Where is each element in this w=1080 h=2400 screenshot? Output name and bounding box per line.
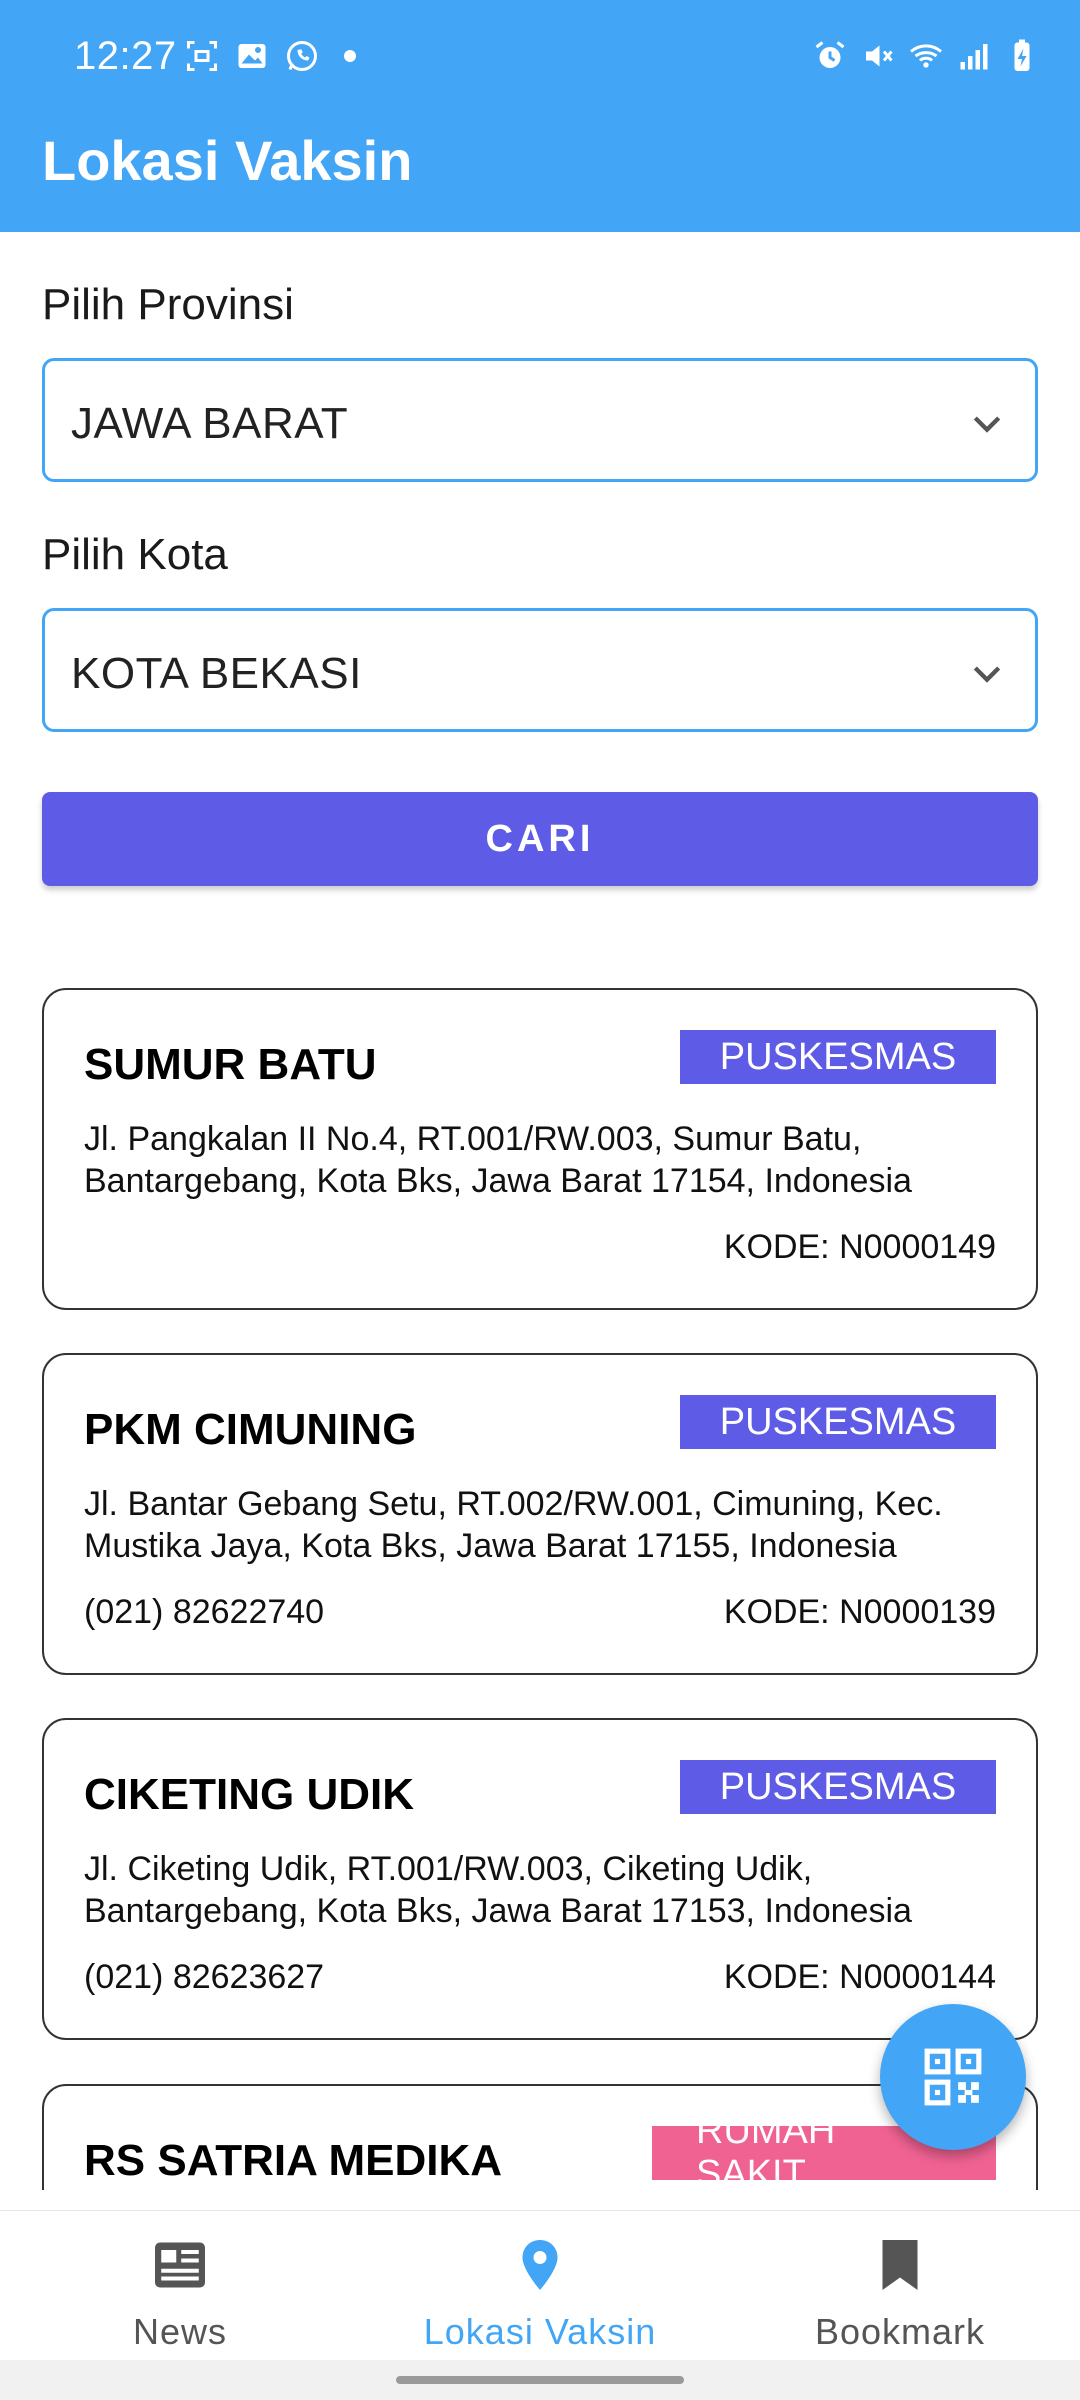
signal-icon xyxy=(960,44,988,70)
wifi-icon xyxy=(910,44,942,68)
screenshot-icon xyxy=(187,41,217,71)
qr-code-icon xyxy=(924,2048,982,2106)
chevron-down-icon xyxy=(973,666,1001,683)
city-dropdown[interactable]: KOTA BEKASI xyxy=(42,608,1038,732)
nav-item-news[interactable]: News xyxy=(0,2211,360,2361)
mute-icon xyxy=(866,45,893,67)
province-label: Pilih Provinsi xyxy=(42,280,294,329)
status-time: 12:27 xyxy=(74,34,177,78)
location-card[interactable]: CIKETING UDIK PUSKESMAS Jl. Ciketing Udi… xyxy=(42,1718,1038,2040)
city-label: Pilih Kota xyxy=(42,530,228,579)
newspaper-icon xyxy=(155,2242,205,2288)
nav-item-lokasi-vaksin[interactable]: Lokasi Vaksin xyxy=(360,2211,720,2361)
gesture-bar xyxy=(0,2360,1080,2400)
bottom-navigation: News Lokasi Vaksin Bookmark xyxy=(0,2210,1080,2360)
location-name: RS SATRIA MEDIKA xyxy=(84,2136,502,2185)
type-badge: PUSKESMAS xyxy=(680,1760,996,1814)
location-address: Jl. Bantar Gebang Setu, RT.002/RW.001, C… xyxy=(84,1485,943,1565)
results-list[interactable]: SUMUR BATU PUSKESMAS Jl. Pangkalan II No… xyxy=(0,960,1080,2190)
system-icons xyxy=(812,38,1040,74)
location-phone: (021) 82623627 xyxy=(84,1958,325,1996)
location-pin-icon xyxy=(522,2240,558,2290)
location-address: Jl. Pangkalan II No.4, RT.001/RW.003, Su… xyxy=(84,1120,912,1200)
location-code: KODE: N0000144 xyxy=(723,1958,996,1996)
location-code: KODE: N0000149 xyxy=(723,1228,996,1266)
chevron-down-icon xyxy=(973,416,1001,433)
province-dropdown[interactable]: JAWA BARAT xyxy=(42,358,1038,482)
home-indicator[interactable] xyxy=(396,2376,684,2384)
location-name: SUMUR BATU xyxy=(84,1040,377,1089)
location-name: PKM CIMUNING xyxy=(84,1405,417,1454)
location-code: KODE: N0000139 xyxy=(723,1593,996,1631)
type-badge: PUSKESMAS xyxy=(680,1395,996,1449)
nav-label: News xyxy=(132,2311,228,2352)
app-header: 12:27 Lokasi Vaksin xyxy=(0,0,1080,232)
type-badge: PUSKESMAS xyxy=(680,1030,996,1084)
nav-item-bookmark[interactable]: Bookmark xyxy=(720,2211,1080,2361)
more-notifications-dot xyxy=(344,50,356,62)
notification-icons xyxy=(184,38,356,74)
search-button[interactable]: CARI xyxy=(42,792,1038,886)
location-phone: (021) 82622740 xyxy=(84,1593,325,1631)
nav-label: Lokasi Vaksin xyxy=(423,2311,657,2352)
location-address: Jl. Ciketing Udik, RT.001/RW.003, Ciketi… xyxy=(84,1850,912,1930)
page-title: Lokasi Vaksin xyxy=(42,129,413,192)
qr-scan-button[interactable] xyxy=(880,2004,1026,2150)
location-name: CIKETING UDIK xyxy=(84,1770,414,1819)
location-card[interactable]: PKM CIMUNING PUSKESMAS Jl. Bantar Gebang… xyxy=(42,1353,1038,1675)
province-selected-value: JAWA BARAT xyxy=(71,399,349,448)
battery-charging-icon xyxy=(1014,39,1030,71)
gallery-icon xyxy=(238,44,266,68)
location-card[interactable]: SUMUR BATU PUSKESMAS Jl. Pangkalan II No… xyxy=(42,988,1038,1310)
bookmark-icon xyxy=(882,2240,918,2290)
alarm-icon xyxy=(815,41,845,68)
nav-label: Bookmark xyxy=(814,2311,986,2352)
city-selected-value: KOTA BEKASI xyxy=(71,649,362,698)
status-bar: 12:27 xyxy=(0,0,1080,116)
whatsapp-icon xyxy=(287,41,317,71)
